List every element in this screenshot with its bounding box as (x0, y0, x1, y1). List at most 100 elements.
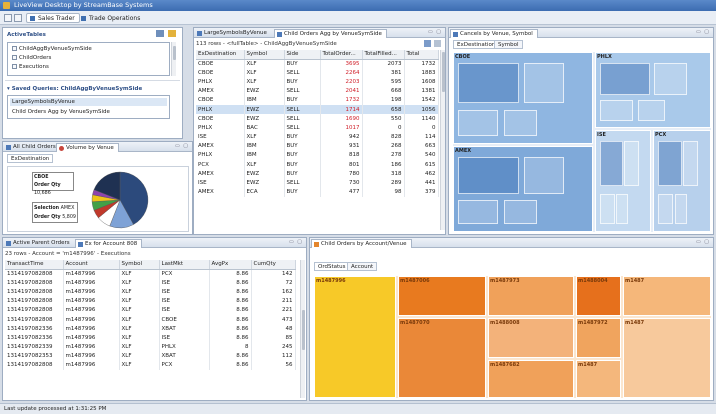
treemap-account-cell[interactable]: m1488008 (488, 318, 574, 358)
scrollbar[interactable] (440, 50, 445, 230)
treemap-cell[interactable] (658, 141, 683, 186)
table-row[interactable]: 1314197082808 m1487996 XLF ISE 8.86 162 (5, 287, 296, 297)
table-row[interactable]: 1314197082808 m1487996 XLF ISE 8.86 72 (5, 278, 296, 288)
column-header[interactable]: Symbol (244, 50, 285, 60)
column-header[interactable]: Account (63, 260, 120, 270)
table-row[interactable]: ISE EWZ SELL 730 289 441 (196, 178, 439, 188)
perspective-trade-operations[interactable]: Trade Operations (77, 13, 145, 23)
saved-query-item[interactable]: LargeSymbolsByVenue (10, 98, 167, 106)
treemap-cell[interactable] (600, 63, 651, 95)
treemap-cell[interactable] (674, 194, 688, 224)
treemap-account-cell[interactable]: m1487 (576, 360, 621, 398)
table-row[interactable]: CBOE XLF BUY 3695 2073 1732 (196, 59, 439, 69)
scroll-thumb[interactable] (173, 46, 176, 60)
table-row[interactable]: PHLX EWZ SELL 1714 658 1056 (196, 104, 439, 115)
tab-child-orders-by-account[interactable]: Child Orders by Account/Venue (311, 239, 412, 248)
treemap-venue-group[interactable]: AMEX (453, 146, 593, 232)
export-icon[interactable] (434, 40, 441, 47)
table-item[interactable]: ChildOrders (12, 54, 51, 62)
edit-icon[interactable] (156, 30, 164, 37)
treemap-cell[interactable] (458, 200, 498, 225)
subtab-ordstatus[interactable]: OrdStatus (314, 262, 350, 271)
table-row[interactable]: AMEX EWZ BUY 780 318 462 (196, 169, 439, 179)
table-row[interactable]: PHLX BAC SELL 1017 0 0 (196, 123, 439, 133)
perspective-sales-trader[interactable]: Sales Trader (26, 13, 80, 23)
table-row[interactable]: 1314197082808 m1487996 XLF ISE 8.86 221 (5, 305, 296, 315)
scroll-thumb[interactable] (302, 310, 305, 350)
treemap-account-cell[interactable]: m1487682 (488, 360, 574, 398)
panel-controls[interactable]: ▭ ▢ (289, 239, 303, 245)
table-row[interactable]: 1314197082339 m1487996 XLF PHLX 8 245 (5, 342, 296, 352)
tab-large-symbols-by-venue[interactable]: LargeSymbolsByVenue (195, 29, 271, 38)
table-row[interactable]: CBOE EWZ SELL 1690 550 1140 (196, 114, 439, 124)
column-header[interactable]: CumQty (251, 260, 296, 270)
treemap-cell[interactable] (658, 194, 674, 224)
subtab-exdestination[interactable]: ExDestination (453, 40, 500, 49)
panel-controls[interactable]: ▭ ▢ (428, 29, 442, 35)
cancels-treemap[interactable]: CBOE PHLX AMEX ISE PCX (453, 52, 711, 232)
treemap-cell[interactable] (683, 141, 699, 186)
tab-active-parent-orders[interactable]: Active Parent Orders (4, 239, 74, 248)
column-header[interactable]: Symbol (119, 260, 160, 270)
treemap-account-cell[interactable]: m1487973 (488, 276, 574, 316)
treemap-cell[interactable] (600, 141, 624, 186)
table-row[interactable]: 1314197082808 m1487996 XLF PCX 8.86 56 (5, 360, 296, 371)
treemap-cell[interactable] (524, 63, 564, 103)
accounts-treemap[interactable]: m1487996 m1487006 m1487973 m1488004 m1487 m14… (314, 276, 711, 398)
tab-cancels-by-venue[interactable]: Cancels by Venue, Symbol (450, 29, 538, 38)
treemap-cell[interactable] (654, 63, 687, 95)
table-row[interactable]: 1314197082336 m1487996 XLF XBAT 8.86 48 (5, 324, 296, 334)
tab-volume-by-venue[interactable]: Volume by Venue (56, 143, 119, 152)
tab-child-orders-agg[interactable]: Child Orders Agg by VenueSymSide (274, 29, 387, 38)
table-row[interactable]: PHLX XLF BUY 2203 595 1608 (196, 77, 439, 87)
column-header[interactable]: TotalFilled... (362, 50, 405, 60)
treemap-venue-group[interactable]: PCX (653, 130, 711, 232)
tab-all-child-orders[interactable]: All Child Orders (4, 143, 60, 152)
table-row[interactable]: CBOE XLF SELL 2264 381 1883 (196, 68, 439, 78)
table-item[interactable]: ChildAggByVenueSymSide (12, 45, 92, 53)
table-row[interactable]: PHLX IBM BUY 818 278 540 (196, 150, 439, 161)
table-row[interactable]: 1314197082808 m1487996 XLF CBOE 8.86 473 (5, 314, 296, 325)
table-row[interactable]: AMEX ECA BUY 477 98 379 (196, 187, 439, 197)
table-row[interactable]: 1314197082353 m1487996 XLF XBAT 8.86 112 (5, 351, 296, 361)
column-header[interactable]: TransactTime (5, 260, 64, 270)
scroll-thumb[interactable] (442, 52, 445, 92)
scrollbar[interactable] (171, 42, 176, 76)
treemap-cell[interactable] (458, 63, 519, 103)
panel-controls[interactable]: ▭ ▢ (175, 143, 189, 149)
treemap-account-cell[interactable]: m1487972 (576, 318, 621, 358)
table-row[interactable]: AMEX EWZ SELL 2041 668 1381 (196, 86, 439, 96)
column-header[interactable]: LastMkt (159, 260, 210, 270)
treemap-cell[interactable] (504, 200, 538, 225)
treemap-account-cell[interactable]: m1487006 (398, 276, 486, 316)
chart-icon[interactable] (424, 40, 431, 47)
table-row[interactable]: ISE XLF BUY 942 828 114 (196, 132, 439, 142)
treemap-cell[interactable] (600, 100, 633, 121)
table-row[interactable]: PCX XLF BUY 801 186 615 (196, 160, 439, 170)
saved-queries-title[interactable]: ▾ Saved Queries: ChildAggByVenueSymSide (7, 85, 142, 93)
scrollbar[interactable] (300, 260, 305, 398)
treemap-cell[interactable] (637, 100, 665, 121)
panel-controls[interactable]: ▭ ▢ (696, 239, 710, 245)
table-row[interactable]: CBOE IBM BUY 1732 198 1542 (196, 95, 439, 105)
tab-ex-for-account[interactable]: Ex for Account 808 (75, 239, 143, 248)
treemap-cell[interactable] (524, 157, 564, 194)
column-header[interactable]: AvgPx (209, 260, 252, 270)
subtab-account[interactable]: Account (347, 262, 378, 271)
table-row[interactable]: 1314197082808 m1487996 XLF ISE 8.86 211 (5, 296, 296, 306)
treemap-account-cell[interactable]: m1487 (623, 318, 711, 398)
treemap-venue-group[interactable]: ISE (595, 130, 651, 232)
treemap-venue-group[interactable]: CBOE (453, 52, 593, 144)
saved-query-item[interactable]: Child Orders Agg by VenueSymSide (12, 108, 110, 116)
table-item[interactable]: Executions (12, 63, 49, 71)
panel-controls[interactable]: ▭ ▢ (696, 29, 710, 35)
treemap-cell[interactable] (624, 141, 639, 186)
subtab-symbol[interactable]: Symbol (494, 40, 523, 49)
treemap-cell[interactable] (616, 194, 629, 224)
treemap-cell[interactable] (458, 110, 498, 137)
subtab-exdestination[interactable]: ExDestination (7, 154, 54, 163)
column-header[interactable]: TotalOrder... (320, 50, 363, 60)
treemap-account-cell[interactable]: m1487996 (314, 276, 396, 398)
treemap-venue-group[interactable]: PHLX (595, 52, 711, 128)
treemap-cell[interactable] (600, 194, 615, 224)
